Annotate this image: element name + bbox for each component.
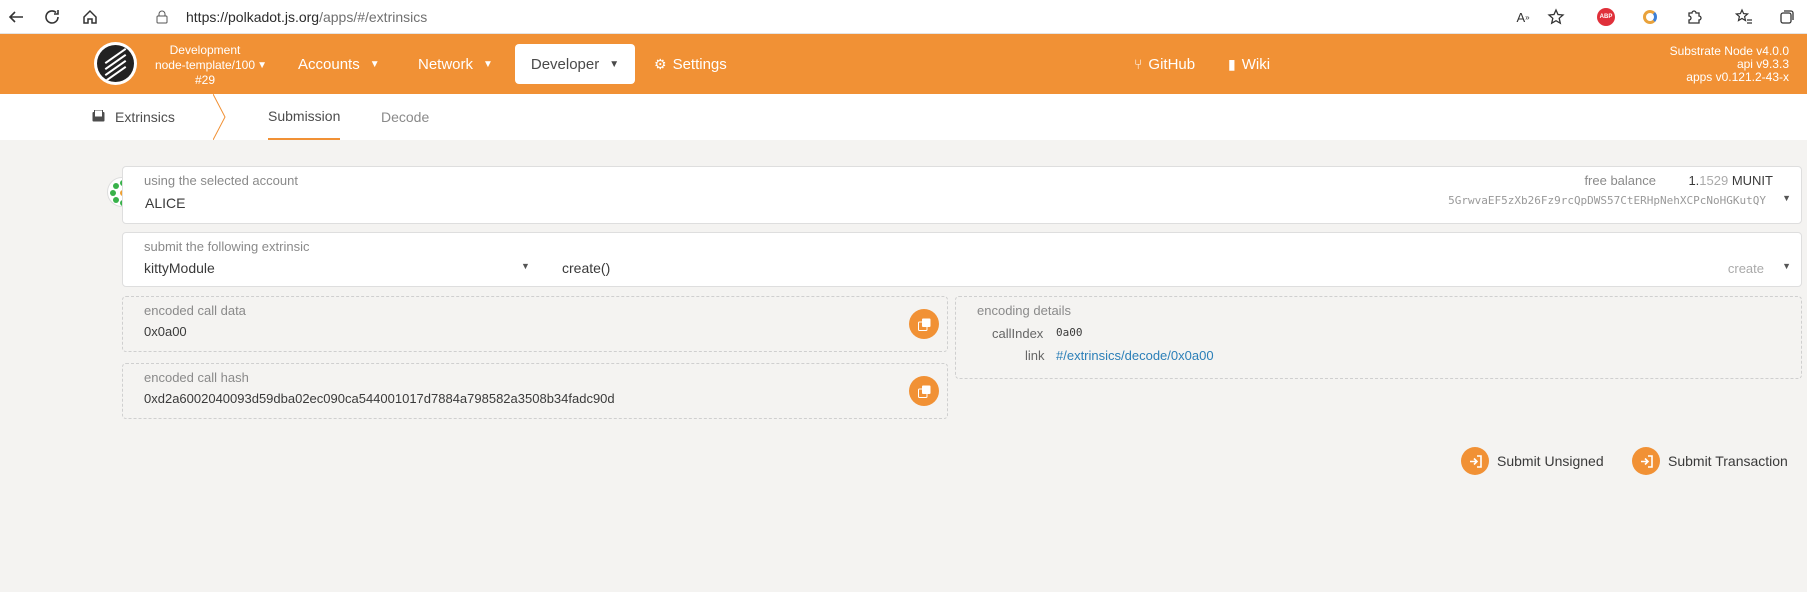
free-balance-value: 1.1529 MUNIT (1688, 173, 1773, 188)
chevron-down-icon: ▼ (1782, 193, 1791, 203)
copy-icon[interactable] (909, 376, 939, 406)
lock-icon[interactable] (154, 9, 170, 25)
sign-in-icon (1632, 447, 1660, 475)
encoded-call-hash-label: encoded call hash (144, 370, 249, 385)
version-info: Substrate Node v4.0.0 api v9.3.3 apps v0… (1669, 44, 1789, 84)
free-balance-label: free balance (1584, 173, 1656, 188)
adblock-icon[interactable]: ABP (1594, 5, 1618, 29)
account-address: 5GrwvaEF5zXb26Fz9rcQpDWS57CtERHpNehXCPcN… (1448, 194, 1766, 207)
encoded-call-hash-value: 0xd2a6002040093d59dba02ec090ca544001017d… (144, 391, 615, 406)
book-icon: ▮ (1228, 55, 1236, 72)
browser-toolbar: https://polkadot.js.org/apps/#/extrinsic… (0, 0, 1807, 34)
chain-node: node-template/100 (154, 58, 256, 72)
tab-decode[interactable]: Decode (381, 94, 429, 140)
chain-name: Development (169, 43, 241, 57)
home-icon[interactable] (78, 5, 102, 29)
section-title: Extrinsics (92, 94, 175, 140)
read-aloud-icon[interactable]: A» (1511, 5, 1535, 29)
callindex-label: callIndex (992, 326, 1044, 341)
gears-icon: ⚙ (654, 55, 667, 72)
submit-transaction-button[interactable]: Submit Transaction (1632, 447, 1788, 475)
account-name: ALICE (145, 195, 186, 211)
call-select[interactable]: create() (562, 260, 610, 276)
chain-logo[interactable] (94, 42, 137, 85)
sign-in-icon (1461, 447, 1489, 475)
submit-unsigned-button[interactable]: Submit Unsigned (1461, 447, 1604, 475)
method-hint: create (1727, 261, 1764, 276)
decode-link[interactable]: #/extrinsics/decode/0x0a00 (1056, 348, 1214, 363)
nav-developer[interactable]: Developer ▼ (515, 44, 635, 84)
nav-settings[interactable]: ⚙ Settings (638, 44, 743, 84)
nav-network[interactable]: Network ▼ (402, 44, 509, 84)
caret-down-icon: ▼ (609, 58, 620, 70)
favorite-add-icon[interactable] (1544, 5, 1568, 29)
breadcrumb-separator (213, 94, 226, 140)
account-selector[interactable]: using the selected account ALICE free ba… (122, 166, 1802, 224)
callindex-value: 0a00 (1056, 326, 1083, 339)
wiki-link[interactable]: ▮ Wiki (1212, 44, 1286, 84)
chain-selector[interactable]: Development node-template/100 #29 ▼ (145, 43, 267, 88)
link-label: link (1025, 348, 1045, 363)
extrinsic-label: submit the following extrinsic (144, 239, 310, 254)
module-select[interactable]: kittyModule (144, 260, 215, 276)
encoded-call-data-value: 0x0a00 (144, 324, 187, 339)
collections-icon[interactable] (1775, 5, 1799, 29)
chevron-down-icon: ▼ (521, 261, 530, 271)
encoded-call-data: encoded call data 0x0a00 (122, 296, 948, 352)
nav-accounts[interactable]: Accounts ▼ (282, 44, 396, 84)
github-link[interactable]: ⑂ GitHub (1118, 44, 1211, 84)
chevron-down-icon: ▼ (257, 60, 267, 71)
url-text: https://polkadot.js.org/apps/#/extrinsic… (186, 9, 428, 25)
extension-icon[interactable] (1638, 5, 1662, 29)
puzzle-icon[interactable] (1682, 5, 1706, 29)
encoded-call-data-label: encoded call data (144, 303, 246, 318)
copy-icon[interactable] (909, 309, 939, 339)
chain-block: #29 (194, 73, 216, 87)
caret-down-icon: ▼ (483, 58, 493, 70)
encoding-details-label: encoding details (977, 303, 1071, 318)
reload-icon[interactable] (40, 5, 64, 29)
sub-navigation: Extrinsics Submission Decode (0, 94, 1807, 140)
envelope-icon (92, 109, 105, 125)
back-icon[interactable] (4, 5, 28, 29)
chevron-down-icon: ▼ (1782, 261, 1791, 271)
favorites-icon[interactable] (1732, 5, 1756, 29)
caret-down-icon: ▼ (369, 58, 380, 70)
code-branch-icon: ⑂ (1134, 56, 1143, 72)
app-header: Development node-template/100 #29 ▼ Acco… (0, 34, 1807, 94)
extrinsic-selector: submit the following extrinsic kittyModu… (122, 232, 1802, 287)
address-bar[interactable]: https://polkadot.js.org/apps/#/extrinsic… (150, 3, 1625, 31)
tab-submission[interactable]: Submission (268, 94, 341, 140)
encoded-call-hash: encoded call hash 0xd2a6002040093d59dba0… (122, 363, 948, 419)
account-label: using the selected account (144, 173, 298, 188)
encoding-details: encoding details callIndex 0a00 link #/e… (955, 296, 1802, 379)
